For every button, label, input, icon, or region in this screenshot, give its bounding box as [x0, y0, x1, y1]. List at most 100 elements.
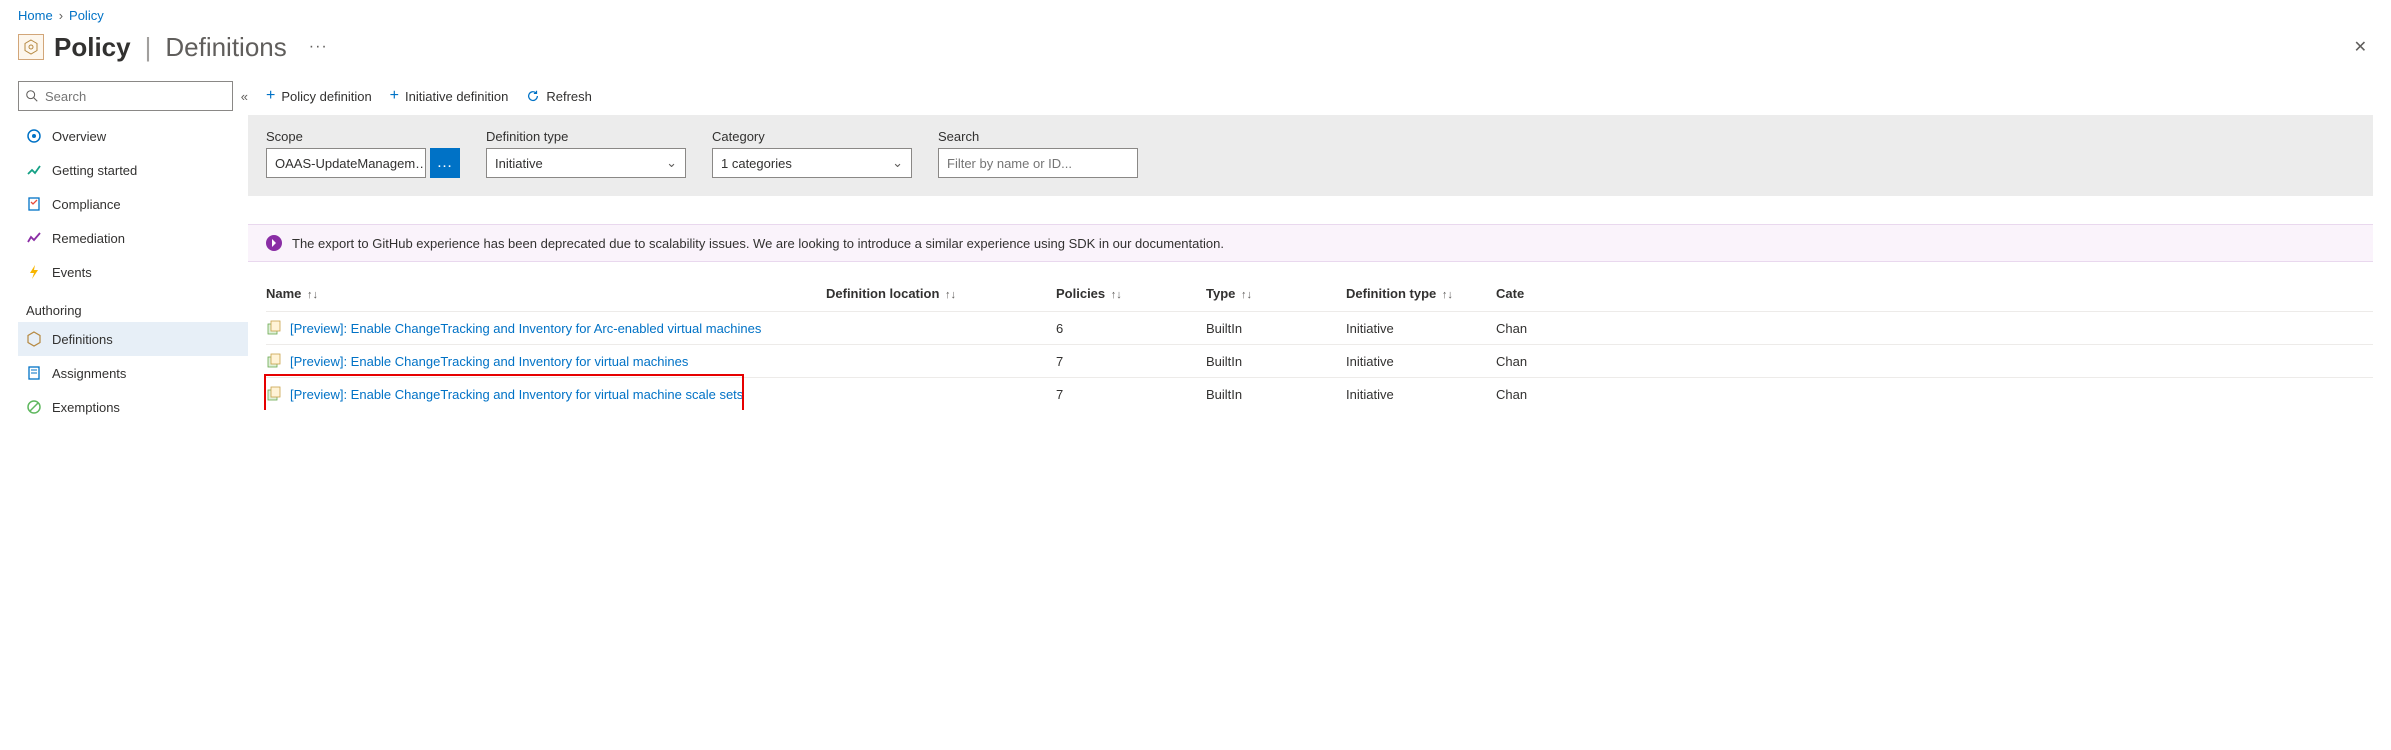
initiative-icon: [266, 386, 282, 402]
col-policies[interactable]: Policies ↑↓: [1056, 280, 1206, 312]
definition-type-label: Definition type: [486, 129, 686, 144]
info-icon: [266, 235, 282, 251]
sort-icon: ↑↓: [1442, 289, 1453, 301]
page-header: Policy | Definitions ··· ✕: [18, 31, 2373, 63]
definition-link[interactable]: [Preview]: Enable ChangeTracking and Inv…: [290, 387, 743, 402]
filter-bar: Scope OAAS-UpdateManagem… … Definition t…: [248, 115, 2373, 196]
page-subtitle: Definitions: [165, 32, 286, 63]
toolbar-label: Initiative definition: [405, 89, 508, 104]
sort-icon: ↑↓: [1111, 289, 1122, 301]
sidebar-item-label: Assignments: [52, 366, 126, 381]
cell-type: BuiltIn: [1206, 378, 1346, 411]
cell-deftype: Initiative: [1346, 345, 1496, 378]
cell-policies: 6: [1056, 312, 1206, 345]
chevron-down-icon: ⌄: [666, 155, 677, 171]
select-value: 1 categories: [721, 156, 792, 171]
sidebar-item-exemptions[interactable]: Exemptions: [18, 390, 248, 424]
sidebar-search-input[interactable]: [43, 88, 226, 105]
sidebar-item-overview[interactable]: Overview: [18, 119, 248, 153]
sidebar-item-label: Remediation: [52, 231, 125, 246]
filter-search-input[interactable]: [938, 148, 1138, 178]
plus-icon: +: [266, 87, 275, 105]
content-area: + Policy definition + Initiative definit…: [248, 81, 2373, 424]
chevron-right-icon: ›: [59, 8, 63, 23]
exemptions-icon: [26, 399, 42, 415]
cell-category: Chan: [1496, 378, 2373, 411]
add-initiative-definition-button[interactable]: + Initiative definition: [390, 87, 509, 105]
category-select[interactable]: 1 categories ⌄: [712, 148, 912, 178]
policy-blueprint-icon: [18, 34, 44, 60]
sidebar-search[interactable]: [18, 81, 233, 111]
remediation-icon: [26, 230, 42, 246]
scope-label: Scope: [266, 129, 460, 144]
cell-deftype: Initiative: [1346, 378, 1496, 411]
sidebar-item-getting-started[interactable]: Getting started: [18, 153, 248, 187]
sidebar-item-label: Getting started: [52, 163, 137, 178]
sidebar: « Overview Getting started Compliance Re…: [18, 81, 248, 424]
col-deftype[interactable]: Definition type ↑↓: [1346, 280, 1496, 312]
add-policy-definition-button[interactable]: + Policy definition: [266, 87, 372, 105]
sidebar-item-remediation[interactable]: Remediation: [18, 221, 248, 255]
deprecation-notice: The export to GitHub experience has been…: [248, 224, 2373, 262]
cell-category: Chan: [1496, 312, 2373, 345]
cell-category: Chan: [1496, 345, 2373, 378]
search-label: Search: [938, 129, 1138, 144]
col-name[interactable]: Name ↑↓: [266, 280, 826, 312]
col-type[interactable]: Type ↑↓: [1206, 280, 1346, 312]
definition-type-select[interactable]: Initiative ⌄: [486, 148, 686, 178]
sidebar-item-events[interactable]: Events: [18, 255, 248, 289]
sidebar-item-label: Compliance: [52, 197, 121, 212]
refresh-button[interactable]: Refresh: [526, 89, 592, 104]
sort-icon: ↑↓: [945, 289, 956, 301]
close-icon[interactable]: ✕: [2348, 31, 2373, 63]
col-category[interactable]: Cate: [1496, 280, 2373, 312]
scope-field[interactable]: OAAS-UpdateManagem…: [266, 148, 426, 178]
sidebar-section-authoring: Authoring: [26, 303, 248, 318]
cell-policies: 7: [1056, 378, 1206, 411]
initiative-icon: [266, 320, 282, 336]
sidebar-item-label: Events: [52, 265, 92, 280]
definition-link[interactable]: [Preview]: Enable ChangeTracking and Inv…: [290, 354, 688, 369]
collapse-sidebar-icon[interactable]: «: [241, 89, 248, 104]
plus-icon: +: [390, 87, 399, 105]
table-row[interactable]: [Preview]: Enable ChangeTracking and Inv…: [266, 312, 2373, 345]
sidebar-item-label: Definitions: [52, 332, 113, 347]
cell-location: [826, 312, 1056, 345]
events-icon: [26, 264, 42, 280]
category-label: Category: [712, 129, 912, 144]
getting-started-icon: [26, 162, 42, 178]
scope-picker-button[interactable]: …: [430, 148, 460, 178]
cell-location: [826, 345, 1056, 378]
overview-icon: [26, 128, 42, 144]
refresh-icon: [526, 89, 540, 103]
compliance-icon: [26, 196, 42, 212]
initiative-icon: [266, 353, 282, 369]
table-row[interactable]: [Preview]: Enable ChangeTracking and Inv…: [266, 345, 2373, 378]
page-title: Policy: [54, 32, 131, 63]
assignments-icon: [26, 365, 42, 381]
more-actions-icon[interactable]: ···: [309, 38, 328, 56]
table-row[interactable]: [Preview]: Enable ChangeTracking and Inv…: [266, 378, 2373, 411]
sidebar-item-definitions[interactable]: Definitions: [18, 322, 248, 356]
sidebar-item-compliance[interactable]: Compliance: [18, 187, 248, 221]
breadcrumb-policy[interactable]: Policy: [69, 8, 104, 23]
cell-location: [826, 378, 1056, 411]
cell-policies: 7: [1056, 345, 1206, 378]
toolbar: + Policy definition + Initiative definit…: [248, 81, 2373, 115]
search-icon: [25, 89, 39, 103]
sort-icon: ↑↓: [1241, 289, 1252, 301]
sidebar-item-assignments[interactable]: Assignments: [18, 356, 248, 390]
title-separator: |: [145, 32, 152, 63]
notice-text: The export to GitHub experience has been…: [292, 236, 1224, 251]
sidebar-item-label: Overview: [52, 129, 106, 144]
breadcrumb-home[interactable]: Home: [18, 8, 53, 23]
col-location[interactable]: Definition location ↑↓: [826, 280, 1056, 312]
select-value: Initiative: [495, 156, 543, 171]
toolbar-label: Policy definition: [281, 89, 371, 104]
cell-type: BuiltIn: [1206, 345, 1346, 378]
sidebar-item-label: Exemptions: [52, 400, 120, 415]
definition-link[interactable]: [Preview]: Enable ChangeTracking and Inv…: [290, 321, 761, 336]
toolbar-label: Refresh: [546, 89, 592, 104]
chevron-down-icon: ⌄: [892, 155, 903, 171]
sort-icon: ↑↓: [307, 289, 318, 301]
